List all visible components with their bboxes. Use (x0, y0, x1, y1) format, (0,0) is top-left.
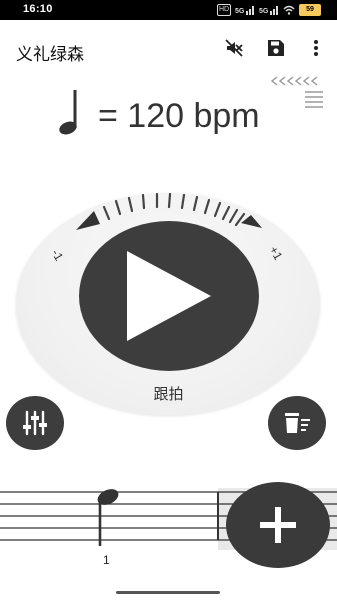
tempo-display[interactable]: = 120 bpm (98, 97, 260, 136)
signal-icon-2: 5G (259, 6, 278, 15)
battery-icon: 59 (299, 4, 321, 16)
status-time: 16:10 (23, 3, 53, 15)
chevrons-left-icon (270, 76, 323, 108)
save-icon[interactable] (262, 34, 290, 62)
hd-badge: HD (217, 4, 231, 16)
more-vert-icon[interactable] (302, 34, 330, 62)
plus-icon (260, 507, 296, 543)
drawer-handle[interactable] (269, 75, 329, 120)
increase-triangle-icon (241, 215, 262, 228)
decrease-triangle-icon (76, 211, 100, 230)
play-button[interactable] (79, 221, 259, 371)
app-title: 义礼绿森 (16, 45, 84, 64)
quarter-note-icon (56, 88, 82, 141)
app-bar: 义礼绿森 (0, 20, 337, 76)
add-beat-button[interactable] (226, 482, 330, 568)
staff-note-icon (97, 489, 119, 546)
delete-list-button[interactable] (268, 396, 326, 450)
mixer-button[interactable] (6, 396, 64, 450)
play-icon (127, 251, 211, 341)
mute-icon[interactable] (220, 34, 248, 62)
status-icons: HD 5G 5G 59 (217, 4, 321, 16)
signal-icon: 5G (235, 6, 254, 15)
status-bar: 16:10 HD 5G 5G 59 (0, 0, 337, 20)
equalizer-icon (23, 410, 47, 436)
beat-number: 1 (103, 553, 110, 567)
svg-text:5G: 5G (259, 8, 269, 15)
home-indicator[interactable] (116, 591, 220, 594)
svg-text:5G: 5G (235, 8, 245, 15)
delete-sweep-icon (285, 413, 310, 433)
wifi-icon (283, 5, 295, 15)
